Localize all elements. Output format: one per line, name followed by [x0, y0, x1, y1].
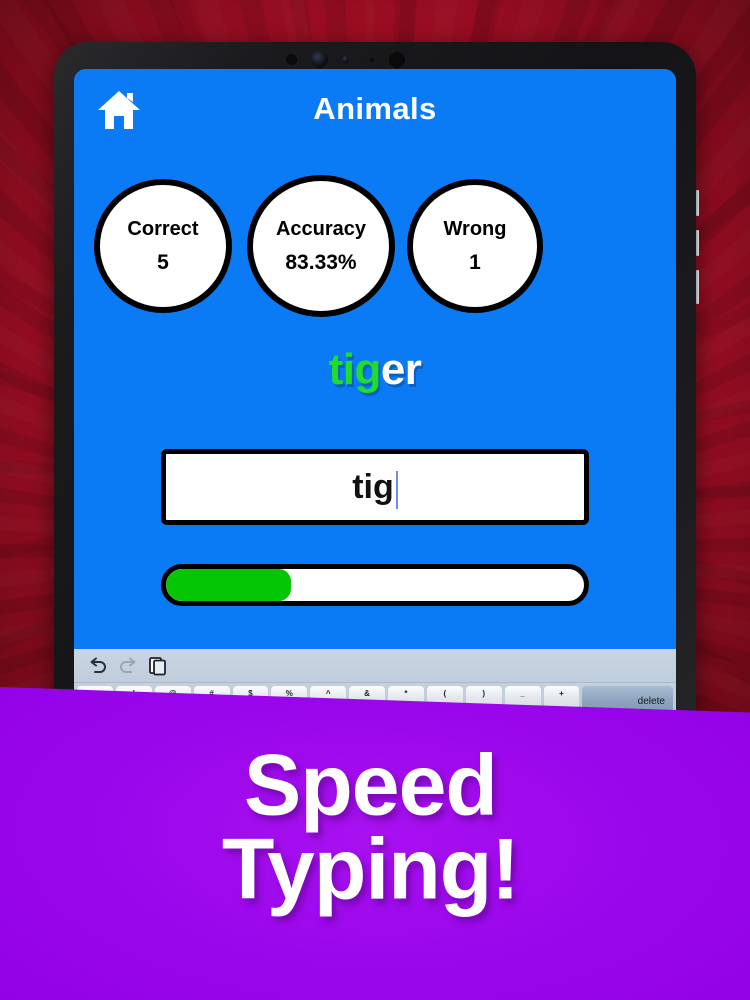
volume-down-button[interactable] [696, 230, 699, 256]
key-sup-label: + [559, 689, 564, 698]
app-header: Animals [74, 69, 676, 149]
undo-button[interactable] [87, 655, 109, 677]
stat-circle-correct: Correct 5 [94, 179, 232, 313]
stat-circle-wrong: Wrong 1 [407, 179, 543, 313]
promo-banner: Speed Typing! [0, 686, 750, 1000]
promo-banner-text: Speed Typing! [0, 738, 750, 918]
screenshot-root: Animals Correct 5 Accuracy 83.33% Wrong … [0, 0, 750, 1000]
sensor-dot-3 [370, 58, 374, 62]
stat-value-wrong: 1 [469, 251, 481, 274]
tablet-device: Animals Correct 5 Accuracy 83.33% Wrong … [52, 40, 699, 760]
key-sup-label: ( [443, 689, 447, 698]
stats-row: Correct 5 Accuracy 83.33% Wrong 1 [74, 175, 676, 317]
target-word: tiger [74, 345, 676, 395]
stat-label-correct: Correct [127, 218, 199, 240]
stat-value-accuracy: 83.33% [285, 251, 357, 274]
promo-banner-line-2: Typing! [221, 821, 519, 918]
key-sup-label: ^ [325, 689, 331, 698]
keyboard-toolbar [74, 649, 676, 683]
undo-icon [90, 657, 106, 673]
stat-label-wrong: Wrong [443, 218, 507, 240]
progress-bar [161, 564, 589, 606]
key-sup-label: * [404, 689, 408, 698]
key-delete-label: delete [637, 696, 665, 707]
key-sup-label: & [364, 689, 370, 698]
sensor-dot-4 [389, 52, 405, 68]
promo-banner-line-1: Speed [243, 737, 497, 834]
key-sup-label: _ [520, 689, 525, 698]
stat-value-correct: 5 [157, 251, 169, 274]
paste-button[interactable] [147, 655, 169, 677]
target-word-typed-part: tig [328, 345, 382, 394]
answer-input[interactable]: tig [161, 449, 589, 525]
tablet-screen: Animals Correct 5 Accuracy 83.33% Wrong … [74, 69, 676, 731]
answer-input-value: tig [352, 467, 394, 506]
key-sup-label: ) [482, 689, 486, 698]
text-caret [395, 471, 398, 509]
sensor-dot-1 [286, 54, 297, 65]
paste-icon [149, 657, 166, 676]
stat-circle-accuracy: Accuracy 83.33% [247, 175, 395, 317]
app-viewport: Animals Correct 5 Accuracy 83.33% Wrong … [74, 69, 676, 649]
volume-up-button[interactable] [696, 190, 699, 216]
sensor-dot-2 [342, 56, 349, 63]
page-title: Animals [313, 91, 437, 126]
redo-icon [120, 657, 136, 673]
front-camera-icon [311, 51, 328, 68]
redo-button[interactable] [117, 655, 139, 677]
progress-bar-fill [166, 569, 292, 601]
power-button[interactable] [696, 270, 699, 304]
target-word-remaining-part: er [380, 345, 422, 394]
stat-label-accuracy: Accuracy [275, 218, 367, 240]
